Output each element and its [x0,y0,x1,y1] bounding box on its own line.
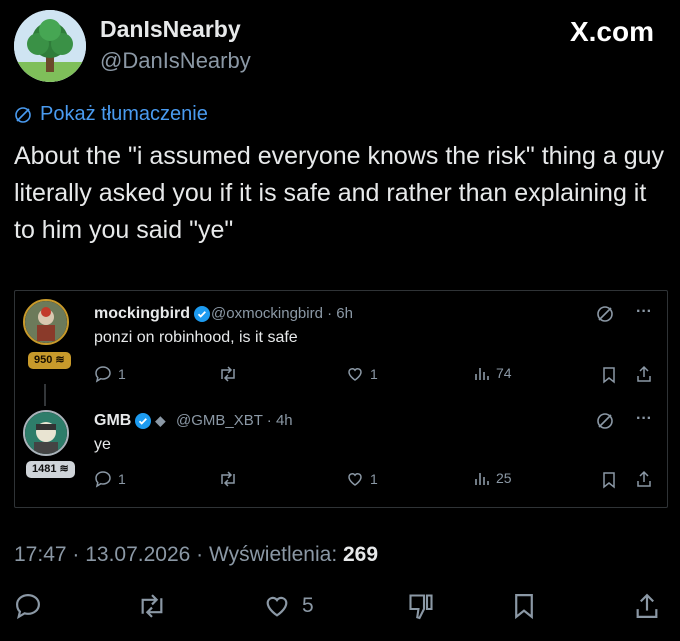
view-count: 269 [343,543,379,566]
translate-icon[interactable] [596,412,614,430]
reply-icon [94,470,112,488]
share-icon [634,592,660,620]
show-translation-link[interactable]: Pokaż tłumaczenie [14,103,208,126]
views-button[interactable]: 74 [474,365,512,381]
reply-count: 1 [118,366,126,382]
like-count: 1 [370,366,378,382]
like-button[interactable]: 1 [346,365,378,383]
tweet-meta: 17:47 · 13.07.2026 · Wyświetlenia: 269 [14,543,378,567]
reply-author-handle[interactable]: @oxmockingbird · 6h [211,305,353,322]
author-handle[interactable]: @DanIsNearby [100,48,251,74]
author-avatar[interactable] [14,10,86,82]
reply-count: 1 [118,471,126,487]
like-icon [346,470,364,488]
author-display-name[interactable]: DanIsNearby [100,16,241,43]
reply-author-name[interactable]: GMB ◆ [94,412,165,430]
reply-author-name[interactable]: mockingbird [94,305,211,323]
retweet-icon [218,365,238,383]
translate-icon[interactable] [596,305,614,323]
like-button[interactable]: 5 [262,592,314,620]
reply-button[interactable]: 1 [94,365,126,383]
verified-icon [194,306,211,322]
tweet-text: About the "i assumed everyone knows the … [14,142,665,244]
reply-icon [14,592,42,620]
like-icon [262,592,292,620]
reply-author-name-text: mockingbird [94,305,191,322]
more-icon[interactable]: ··· [636,303,652,321]
dislike-icon [406,592,436,620]
retweet-button[interactable] [136,592,168,620]
reply-author-handle[interactable]: @GMB_XBT · 4h [176,412,293,429]
views-icon [474,470,490,486]
verified-icon [135,413,152,429]
share-icon[interactable] [636,470,652,488]
affiliate-diamond-icon: ◆ [155,413,166,428]
like-count: 1 [370,471,378,487]
share-button[interactable] [634,592,660,620]
reply-button[interactable] [14,592,42,620]
retweet-button[interactable] [218,365,238,383]
bookmark-button[interactable] [512,592,536,620]
like-icon [346,365,364,383]
translate-label: Pokaż tłumaczenie [40,103,208,125]
reply-icon [94,365,112,383]
translate-icon [14,106,32,124]
gmb-avatar[interactable] [23,410,69,456]
retweet-icon [218,470,238,488]
reply-author-name-text: GMB [94,412,132,429]
bookmark-icon[interactable] [602,471,616,489]
reply-text: ye [94,436,111,453]
thread-connector [44,384,46,406]
like-count: 5 [302,594,314,617]
share-icon[interactable] [636,365,652,383]
like-button[interactable]: 1 [346,470,378,488]
reply-text: ponzi on robinhood, is it safe [94,329,298,346]
site-watermark: X.com [569,16,654,47]
retweet-icon [136,592,168,620]
retweet-button[interactable] [218,470,238,488]
views-count: 25 [496,470,512,486]
views-icon [474,365,490,381]
views-count: 74 [496,365,512,381]
mockingbird-badge: 950 ≋ [28,352,71,369]
timestamp: 17:47 · 13.07.2026 · Wyświetlenia: [14,543,343,566]
mockingbird-avatar[interactable] [23,299,69,345]
gmb-badge: 1481 ≋ [26,461,75,478]
more-icon[interactable]: ··· [636,410,652,428]
reply-button[interactable]: 1 [94,470,126,488]
dislike-button[interactable] [406,592,436,620]
bookmark-icon[interactable] [602,366,616,384]
views-button[interactable]: 25 [474,470,512,486]
bookmark-icon [512,592,536,620]
